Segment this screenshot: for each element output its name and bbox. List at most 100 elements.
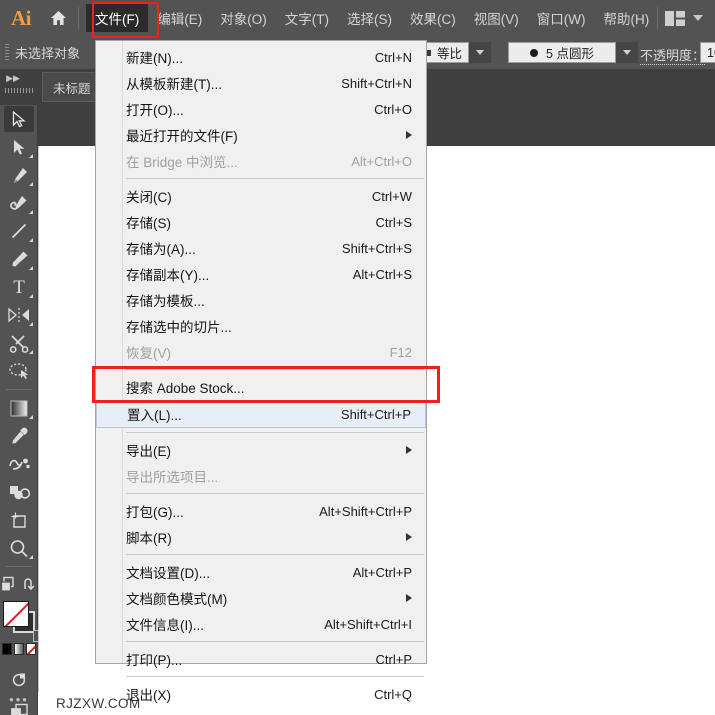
menu-label: 打开(O)... <box>126 103 184 118</box>
tool-direct-selection[interactable] <box>0 133 38 161</box>
file-dropdown-menu[interactable]: 新建(N)... Ctrl+N 从模板新建(T)... Shift+Ctrl+N… <box>95 40 427 703</box>
screen-mode-swap-icon[interactable] <box>22 577 37 592</box>
menu-option-save-selected-slices[interactable]: 存储选中的切片... <box>96 313 426 339</box>
tool-blend[interactable] <box>0 450 38 478</box>
menu-label: 新建(N)... <box>126 51 183 66</box>
menubar-right-controls <box>653 0 709 36</box>
change-screen-mode-button[interactable] <box>0 665 38 693</box>
scale-ratio-dropdown[interactable] <box>469 42 492 63</box>
menu-item-edit[interactable]: 编辑(E) <box>148 4 211 32</box>
stroke-profile-dot-icon <box>530 48 539 57</box>
tool-line-segment[interactable] <box>0 217 38 245</box>
illustrator-window: Ai 文件(F) 编辑(E) 对象(O) 文字(T) 选择(S) 效果(C) 视… <box>0 0 715 715</box>
menu-option-save[interactable]: 存储(S) Ctrl+S <box>96 209 426 235</box>
stacked-windows-icon <box>9 703 28 715</box>
tool-group-indicator <box>29 154 33 158</box>
menu-label: 从模板新建(T)... <box>126 77 222 92</box>
menu-option-revert: 恢复(V) F12 <box>96 339 426 365</box>
tool-lasso[interactable] <box>0 357 38 385</box>
menu-item-view[interactable]: 视图(V) <box>465 4 528 32</box>
menu-item-effect[interactable]: 效果(C) <box>401 4 465 32</box>
menu-item-window[interactable]: 窗口(W) <box>528 4 595 32</box>
opacity-input[interactable]: 100 <box>700 42 715 63</box>
tool-curvature[interactable] <box>0 189 38 217</box>
menu-shortcut: Ctrl+P <box>375 651 412 667</box>
tool-eyedropper[interactable] <box>0 422 38 450</box>
menu-option-search-adobe-stock[interactable]: 搜索 Adobe Stock... <box>96 374 426 400</box>
color-fill-button[interactable] <box>2 643 12 655</box>
fill-swatch[interactable] <box>3 601 29 627</box>
tool-type[interactable]: T <box>0 273 38 301</box>
gradient-fill-button[interactable] <box>14 643 24 655</box>
stroke-profile-field[interactable]: 5 点圆形 <box>508 42 616 63</box>
tool-group-indicator <box>29 322 33 326</box>
tool-shape-builder[interactable] <box>0 478 38 506</box>
tool-gradient[interactable] <box>0 394 38 422</box>
tool-pen[interactable] <box>0 161 38 189</box>
selection-status-label: 未选择对象 <box>15 46 81 61</box>
menu-option-new-from-template[interactable]: 从模板新建(T)... Shift+Ctrl+N <box>96 70 426 96</box>
tabbar-grip[interactable] <box>5 88 33 93</box>
tool-reflect[interactable] <box>0 301 38 329</box>
tool-zoom[interactable] <box>0 534 38 562</box>
tabbar-expand-icon[interactable]: ▶▶ <box>4 71 22 85</box>
fill-mode-buttons <box>0 643 38 659</box>
menu-option-export-selection: 导出所选项目... <box>96 463 426 489</box>
menu-option-print[interactable]: 打印(P)... Ctrl+P <box>96 646 426 672</box>
blend-icon <box>8 458 30 470</box>
menu-option-new[interactable]: 新建(N)... Ctrl+N <box>96 44 426 70</box>
menu-option-document-setup[interactable]: 文档设置(D)... Alt+Ctrl+P <box>96 559 426 585</box>
menu-label: 脚本(R) <box>126 531 172 546</box>
menu-divider <box>126 493 424 494</box>
menu-option-browse-in-bridge: 在 Bridge 中浏览... Alt+Ctrl+O <box>96 148 426 174</box>
menu-item-object[interactable]: 对象(O) <box>211 4 276 32</box>
tool-paintbrush[interactable] <box>0 245 38 273</box>
menu-label: 文档设置(D)... <box>126 566 210 581</box>
control-bar-grip[interactable] <box>5 43 9 62</box>
home-icon[interactable] <box>42 0 74 36</box>
drawing-mode-icon[interactable] <box>0 576 17 593</box>
menu-shortcut: Ctrl+O <box>374 101 412 117</box>
menu-label: 导出所选项目... <box>126 470 219 485</box>
magnifier-icon <box>10 539 28 557</box>
menu-option-save-a-copy[interactable]: 存储副本(Y)... Alt+Ctrl+S <box>96 261 426 287</box>
menu-option-file-info[interactable]: 文件信息(I)... Alt+Shift+Ctrl+I <box>96 611 426 637</box>
menu-item-type[interactable]: 文字(T) <box>276 4 338 32</box>
tool-scissors[interactable] <box>0 329 38 357</box>
menu-option-close[interactable]: 关闭(C) Ctrl+W <box>96 183 426 209</box>
scale-ratio-value: 等比 <box>437 47 463 61</box>
artboard-icon <box>11 512 26 528</box>
fill-stroke-control[interactable] <box>0 599 45 642</box>
menu-option-document-color-mode[interactable]: 文档颜色模式(M) <box>96 585 426 611</box>
menu-option-open-recent[interactable]: 最近打开的文件(F) <box>96 122 426 148</box>
none-fill-button[interactable] <box>26 643 36 655</box>
menu-divider <box>126 432 424 433</box>
workspace-layout-icon[interactable] <box>665 10 685 26</box>
menu-option-open[interactable]: 打开(O)... Ctrl+O <box>96 96 426 122</box>
stroke-profile-dropdown[interactable] <box>616 42 638 63</box>
menu-label: 存储为(A)... <box>126 242 196 257</box>
document-tab[interactable]: 未标题 <box>42 72 102 102</box>
tool-selection[interactable] <box>0 105 38 133</box>
screen-mode-icon <box>12 673 25 686</box>
tool-artboard[interactable] <box>0 506 38 534</box>
menu-item-select[interactable]: 选择(S) <box>338 4 401 32</box>
menu-shortcut: Ctrl+N <box>374 49 412 65</box>
menu-item-help[interactable]: 帮助(H) <box>594 4 658 32</box>
chevron-down-icon <box>623 50 631 55</box>
tools-divider <box>5 389 32 390</box>
workspace-chevron-down-icon[interactable] <box>693 15 703 21</box>
menu-shortcut: Shift+Ctrl+N <box>341 75 412 91</box>
menu-shortcut: Shift+Ctrl+S <box>341 240 412 256</box>
menu-label: 存储为模板... <box>126 294 205 309</box>
menu-item-file[interactable]: 文件(F) <box>86 4 149 32</box>
menu-option-exit[interactable]: 退出(X) Ctrl+Q <box>96 681 426 707</box>
menu-label: 退出(X) <box>126 688 171 703</box>
menu-option-save-as[interactable]: 存储为(A)... Shift+Ctrl+S <box>96 235 426 261</box>
menu-option-package[interactable]: 打包(G)... Alt+Shift+Ctrl+P <box>96 498 426 524</box>
menu-option-place[interactable]: 置入(L)... Shift+Ctrl+P <box>96 400 426 428</box>
menu-option-export[interactable]: 导出(E) <box>96 437 426 463</box>
menu-shortcut: Alt+Shift+Ctrl+I <box>324 616 412 632</box>
menu-option-scripts[interactable]: 脚本(R) <box>96 524 426 550</box>
menu-option-save-as-template[interactable]: 存储为模板... <box>96 287 426 313</box>
